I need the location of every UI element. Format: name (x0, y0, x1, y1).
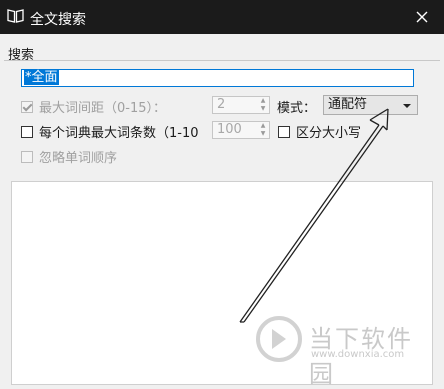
ignore-order-option[interactable]: 忽略单词顺序 (21, 147, 117, 166)
max-distance-spinner[interactable]: 2 ▲ ▼ (212, 96, 270, 114)
max-entries-value: 100 (217, 122, 242, 137)
watermark-logo (256, 316, 302, 362)
max-entries-option[interactable]: 每个词典最大词条数（1-10 (21, 122, 199, 141)
case-sensitive-checkbox[interactable] (278, 125, 290, 138)
ignore-order-label: 忽略单词顺序 (39, 151, 118, 166)
close-icon (416, 11, 428, 23)
max-distance-value: 2 (217, 97, 226, 112)
mode-label: 模式： (277, 101, 317, 116)
case-sensitive-option[interactable]: 区分大小写 (278, 122, 361, 141)
max-entries-checkbox[interactable] (21, 125, 33, 138)
search-input[interactable]: *全面 (21, 69, 414, 87)
watermark-url: www.downxia.com (311, 349, 405, 360)
mode-select[interactable]: 通配符 (323, 95, 418, 115)
close-button[interactable] (400, 0, 444, 34)
max-distance-label: 最大词间距（0-15）： (39, 101, 167, 116)
mode-selected-value: 通配符 (328, 97, 368, 112)
group-divider (4, 60, 440, 61)
spin-up-icon[interactable]: ▲ (257, 97, 269, 105)
spin-down-icon[interactable]: ▼ (257, 105, 269, 113)
search-input-value: *全面 (24, 70, 59, 85)
case-sensitive-label: 区分大小写 (296, 126, 362, 141)
max-entries-spinner[interactable]: 100 ▲ ▼ (212, 121, 270, 139)
spin-down-icon[interactable]: ▼ (257, 130, 269, 138)
max-distance-checkbox[interactable] (21, 100, 33, 113)
book-icon (7, 9, 24, 23)
chevron-down-icon (403, 104, 411, 108)
max-distance-option[interactable]: 最大词间距（0-15）： (21, 97, 166, 116)
title-bar: 全文搜索 (0, 0, 444, 34)
max-entries-label: 每个词典最大词条数（1-10 (39, 126, 199, 141)
watermark: 当下软件园 www.downxia.com (255, 315, 435, 388)
ignore-order-checkbox[interactable] (21, 150, 33, 163)
spin-up-icon[interactable]: ▲ (257, 122, 269, 130)
window-title: 全文搜索 (30, 12, 86, 28)
